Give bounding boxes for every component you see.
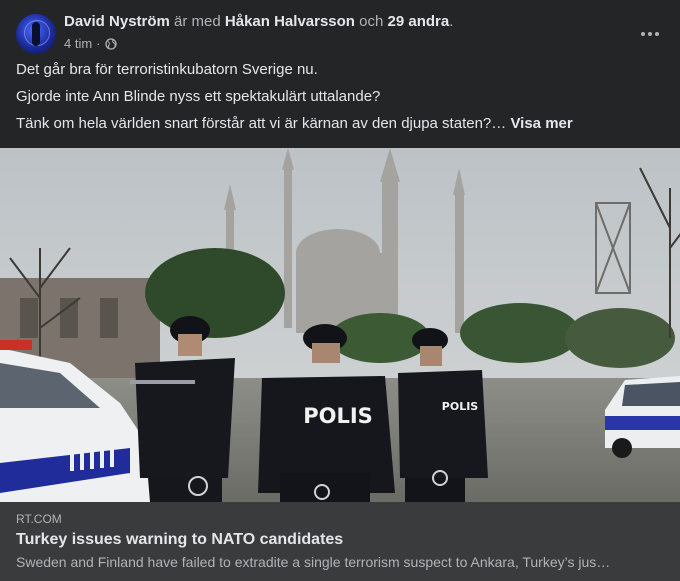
vest-label-center: POLIS <box>303 404 373 428</box>
tagged-person[interactable]: Håkan Halvarsson <box>225 13 355 30</box>
timestamp-line: 4 tim · <box>64 36 453 52</box>
link-title[interactable]: Turkey issues warning to NATO candidates <box>16 531 343 549</box>
more-options-icon[interactable] <box>632 16 668 52</box>
link-preview[interactable]: RT.COM Turkey issues warning to NATO can… <box>0 502 680 581</box>
author-name[interactable]: David Nyström <box>64 13 170 30</box>
see-more-link[interactable]: Visa mer <box>510 115 572 132</box>
post-line-3-text: Tänk om hela världen snart förstår att v… <box>16 115 507 132</box>
post-card: David Nyström är med Håkan Halvarsson oc… <box>0 0 680 581</box>
vest-label-right: POLIS <box>442 400 479 413</box>
link-domain: RT.COM <box>16 512 62 526</box>
post-header: David Nyström är med Håkan Halvarsson oc… <box>16 12 664 56</box>
separator: · <box>96 36 101 51</box>
link-description: Sweden and Finland have failed to extrad… <box>16 554 611 570</box>
and-text: och <box>359 13 384 30</box>
link-preview-image[interactable]: POLIS POLIS <box>0 148 680 502</box>
police-photo: POLIS POLIS <box>0 148 680 502</box>
post-line-2: Gjorde inte Ann Blinde nyss ett spektaku… <box>16 88 381 105</box>
globe-icon <box>104 38 117 50</box>
post-line-3: Tänk om hela världen snart förstår att v… <box>16 114 664 141</box>
post-meta: David Nyström är med Håkan Halvarsson oc… <box>64 12 453 52</box>
timestamp[interactable]: 4 tim <box>64 36 92 52</box>
avatar[interactable] <box>16 14 56 54</box>
post-line-1: Det går bra för terroristinkubatorn Sver… <box>16 61 318 78</box>
author-line: David Nyström är med Håkan Halvarsson oc… <box>64 12 453 32</box>
post-text: Det går bra för terroristinkubatorn Sver… <box>16 60 664 141</box>
others-link[interactable]: 29 andra <box>388 13 450 30</box>
with-text: är med <box>174 13 221 30</box>
period: . <box>449 13 454 30</box>
